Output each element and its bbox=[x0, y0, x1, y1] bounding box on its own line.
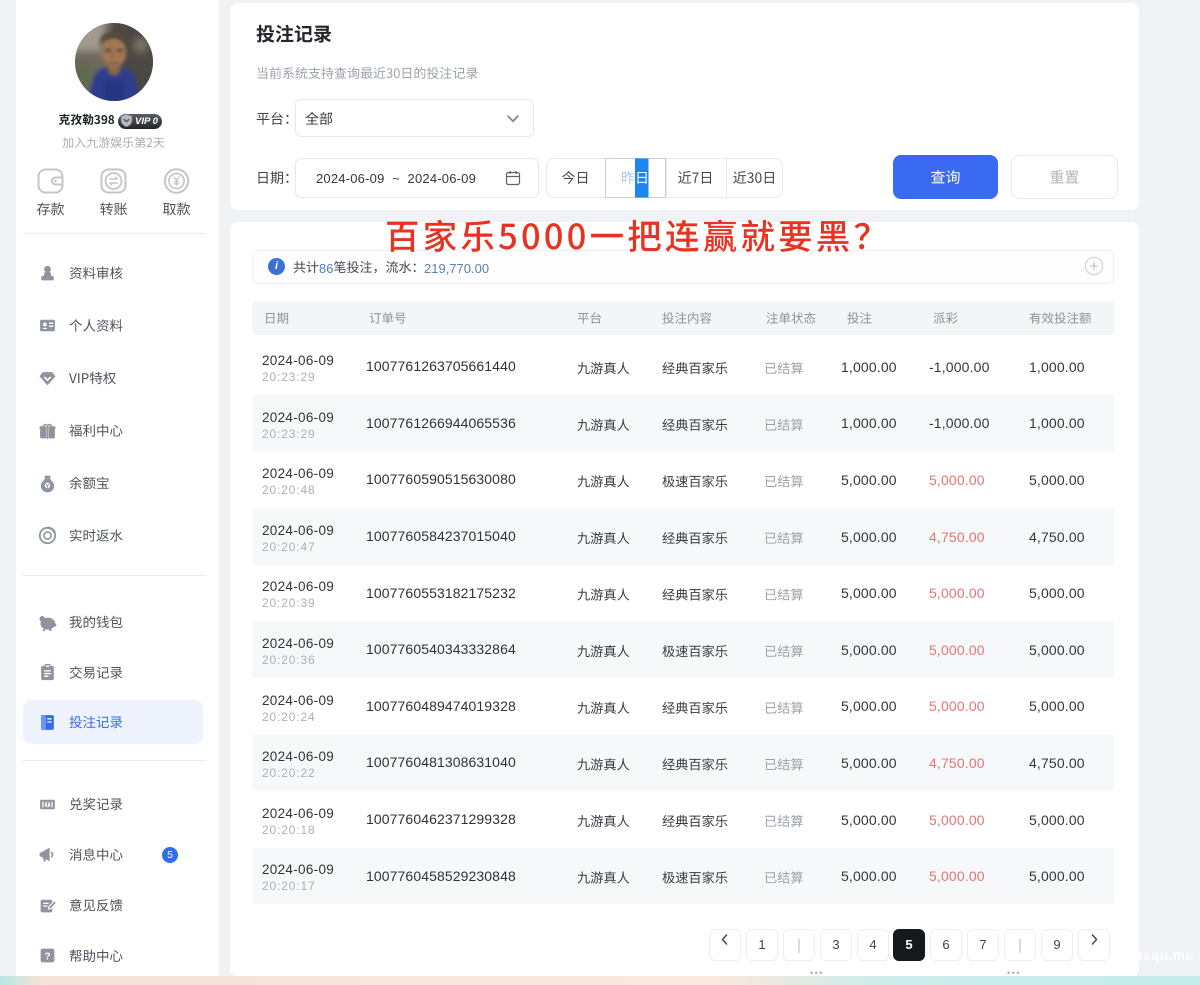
svg-text:?: ? bbox=[44, 952, 50, 963]
